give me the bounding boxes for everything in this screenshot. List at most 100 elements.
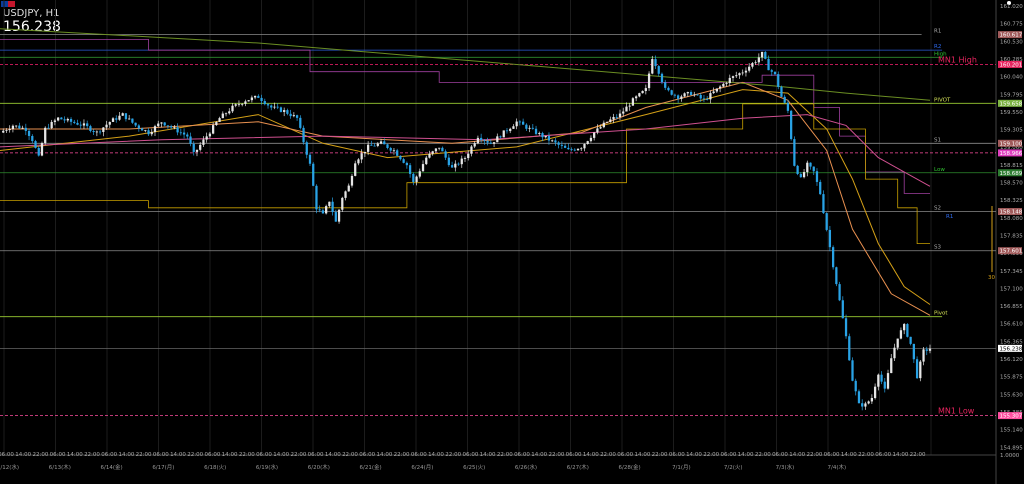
- candle-body: [354, 163, 357, 176]
- candle-body: [266, 104, 270, 106]
- candle-body: [815, 171, 819, 182]
- candle-body: [651, 59, 654, 74]
- candle-body: [2, 130, 5, 133]
- candle-body: [583, 143, 586, 149]
- time-tick: 06:00: [256, 452, 272, 458]
- candle-body: [576, 148, 580, 151]
- candle-body: [153, 126, 157, 132]
- time-tick: 22:00: [84, 452, 100, 458]
- date-tick: 6/13(木): [49, 463, 71, 471]
- candle-body: [841, 300, 844, 319]
- candle-body: [40, 143, 44, 156]
- time-axis[interactable]: 06:0014:0022:0006:0014:0022:0006:0014:00…: [0, 452, 926, 471]
- time-tick: 06:00: [101, 452, 117, 458]
- time-tick: 06:00: [153, 452, 169, 458]
- candle-body: [919, 361, 922, 379]
- time-tick: 22:00: [342, 452, 358, 458]
- candle-body: [92, 131, 95, 132]
- time-tick: 14:00: [428, 452, 444, 458]
- candle-body: [463, 158, 467, 159]
- candle-body: [502, 130, 505, 138]
- candle-body: [392, 150, 396, 152]
- candle-body: [715, 88, 719, 92]
- price-tick: 157.100: [1000, 286, 1023, 292]
- candle-body: [883, 381, 886, 389]
- candle-body: [483, 140, 486, 141]
- price-axis[interactable]: 161.020160.775160.530160.285160.040159.7…: [1000, 4, 1023, 459]
- time-tick: 06:00: [617, 452, 633, 458]
- price-tick: 159.550: [1000, 110, 1023, 116]
- candle-body: [754, 62, 757, 64]
- candle-body: [237, 104, 241, 106]
- time-tick: 14:00: [273, 452, 289, 458]
- candle-body: [505, 130, 509, 132]
- candle-body: [408, 165, 412, 174]
- price-tick: 154.895: [1000, 445, 1023, 451]
- level-lines: R1R2HighMN1 HighPIVOTS1LowS2S3PivotMN1 L…: [0, 29, 996, 416]
- date-tick: 6/14(金): [101, 463, 123, 471]
- candle-body: [563, 145, 567, 148]
- candle-body: [454, 163, 457, 168]
- candle-body: [521, 121, 525, 125]
- date-tick: 6/19(水): [256, 463, 278, 471]
- candle-body: [434, 148, 438, 152]
- candle-body: [341, 197, 344, 210]
- candle-body: [861, 403, 864, 407]
- price-chart[interactable]: R1R2HighMN1 HighPIVOTS1LowS2S3PivotMN1 L…: [0, 0, 1024, 484]
- candle-body: [82, 123, 86, 126]
- candle-body: [370, 144, 373, 146]
- candle-body: [60, 117, 63, 120]
- candle-body: [360, 153, 363, 160]
- candle-body: [618, 113, 622, 118]
- candle-body: [828, 229, 832, 248]
- candle-body: [344, 191, 347, 198]
- candle-body: [541, 133, 544, 138]
- candle-body: [722, 83, 725, 87]
- candle-body: [596, 128, 599, 133]
- candle-body: [531, 127, 534, 129]
- price-tick: 157.345: [1000, 269, 1023, 275]
- candle-body: [848, 336, 851, 361]
- candle-body: [460, 158, 463, 165]
- date-tick: 7/3(水): [776, 463, 795, 471]
- candle-body: [741, 72, 744, 74]
- date-tick: 6/20(木): [308, 463, 330, 471]
- candle-body: [822, 194, 825, 214]
- candle-body: [602, 122, 605, 128]
- candle-body: [544, 135, 547, 138]
- candle-body: [444, 151, 447, 158]
- candle-body: [764, 51, 767, 59]
- candle-body: [870, 397, 874, 402]
- candle-body: [886, 373, 890, 389]
- candle-body: [27, 130, 31, 136]
- candle-body: [635, 96, 638, 99]
- candle-body: [457, 163, 460, 165]
- candle-body: [667, 87, 670, 91]
- candle-body: [748, 66, 751, 71]
- date-tick: 7/1(月): [672, 464, 691, 471]
- time-tick: 06:00: [514, 452, 530, 458]
- candle-body: [179, 132, 182, 134]
- candle-body: [854, 380, 857, 392]
- candle-body: [689, 92, 693, 96]
- time-tick: 06:00: [720, 452, 736, 458]
- candle-body: [66, 118, 69, 121]
- candle-body: [337, 209, 341, 222]
- candle-body: [431, 151, 434, 154]
- candle-body: [102, 127, 105, 132]
- candle-body: [263, 101, 266, 105]
- candle-body: [376, 143, 379, 146]
- candle-body: [150, 131, 153, 135]
- time-tick: 22:00: [394, 452, 410, 458]
- time-tick: 06:00: [824, 452, 840, 458]
- date-tick: 6/18(火): [204, 465, 226, 471]
- level-badge-text: 159.658: [1000, 101, 1023, 107]
- price-tick: 158.325: [1000, 198, 1023, 204]
- candle-body: [283, 110, 286, 112]
- level-badge-text: 158.148: [1000, 210, 1023, 216]
- price-tick: 158.080: [1000, 216, 1023, 222]
- price-tick: 156.610: [1000, 322, 1023, 328]
- time-tick: 22:00: [445, 452, 461, 458]
- candle-body: [260, 97, 263, 102]
- time-tick: 14:00: [15, 452, 31, 458]
